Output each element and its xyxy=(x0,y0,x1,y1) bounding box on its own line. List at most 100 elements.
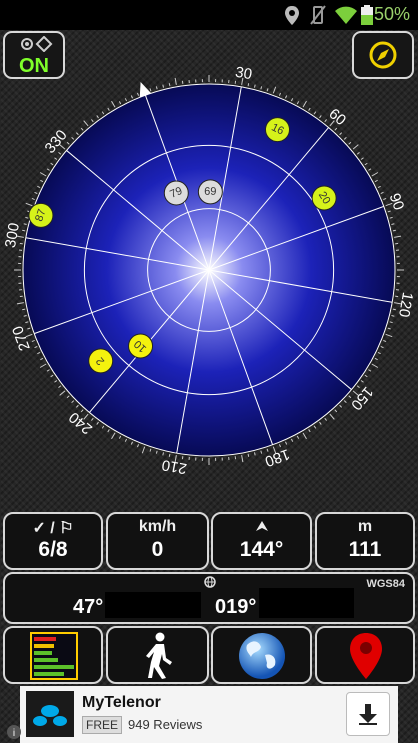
satellites-label: ✓ / ⚐ xyxy=(32,520,74,537)
signal-bars-button[interactable] xyxy=(3,626,103,684)
sky-tick xyxy=(34,191,38,194)
location-pin-button[interactable] xyxy=(315,626,415,684)
sky-tick xyxy=(334,409,338,413)
sky-tick xyxy=(16,302,24,305)
sky-tick xyxy=(27,327,31,330)
sky-tick xyxy=(324,119,327,123)
sky-tick xyxy=(91,119,94,123)
svg-text:i: i xyxy=(13,728,15,739)
sky-tick xyxy=(101,425,105,429)
sky-tick xyxy=(37,185,41,189)
sky-tick xyxy=(389,321,393,324)
sky-tick xyxy=(66,395,70,399)
ad-info-icon[interactable]: i xyxy=(6,724,22,740)
telenor-app-icon xyxy=(26,691,74,737)
satellite-icon xyxy=(21,36,53,52)
ad-download-button[interactable] xyxy=(346,692,390,736)
location-icon xyxy=(285,6,299,25)
sky-tick xyxy=(71,136,75,140)
walking-mode-button[interactable] xyxy=(106,626,209,684)
battery-percent: 50% xyxy=(373,4,410,24)
sky-tick xyxy=(302,432,307,440)
sky-tick xyxy=(149,88,152,92)
sky-tick xyxy=(39,172,47,177)
sky-tick xyxy=(107,429,110,433)
redacted-longitude xyxy=(259,588,354,618)
sky-tick xyxy=(392,229,396,232)
sky-tick xyxy=(319,421,322,425)
azimuth-label: 120 xyxy=(395,291,416,319)
sky-tick xyxy=(308,107,311,111)
sky-tick xyxy=(80,127,84,131)
sky-tick xyxy=(46,168,50,171)
sky-tick xyxy=(91,417,94,421)
sky-tick xyxy=(162,84,165,88)
satellite-id: 69 xyxy=(204,186,216,198)
sky-tick xyxy=(374,179,378,183)
sky-tick xyxy=(58,152,62,155)
satellite-sky-view: 306090120150180210240270300330871679 69 20… xyxy=(2,64,416,477)
sky-tick xyxy=(339,404,343,408)
sky-tick xyxy=(324,417,327,421)
sky-tick xyxy=(385,333,393,338)
sky-tick xyxy=(101,111,105,115)
altitude-unit: m xyxy=(357,518,373,535)
sky-tick xyxy=(96,115,99,119)
sky-tick xyxy=(394,235,402,238)
sky-tick xyxy=(391,223,395,226)
sky-tick xyxy=(383,339,387,343)
sky-tick xyxy=(66,141,70,145)
sky-tick xyxy=(31,197,35,201)
sky-tick xyxy=(241,455,244,463)
speed-unit: km/h xyxy=(138,518,177,535)
sky-tick xyxy=(290,98,294,102)
sky-tick xyxy=(253,84,256,88)
sky-tick xyxy=(130,95,133,99)
sky-tick xyxy=(348,141,352,145)
heading-panel: 144° xyxy=(211,512,312,570)
sky-tick xyxy=(54,157,58,160)
sky-tick xyxy=(266,448,269,452)
sky-tick xyxy=(391,314,395,317)
sky-tick xyxy=(334,127,338,131)
sky-tick xyxy=(155,450,158,454)
globe-map-button[interactable] xyxy=(211,626,312,684)
sky-tick xyxy=(23,223,27,226)
sky-tick xyxy=(58,385,62,388)
sky-tick xyxy=(356,152,360,155)
sky-tick xyxy=(313,111,317,115)
sky-tick xyxy=(46,369,50,372)
sky-tick xyxy=(124,438,128,442)
sky-tick xyxy=(107,107,110,111)
globe-icon xyxy=(239,633,285,679)
heading-icon xyxy=(256,521,268,531)
sky-tick xyxy=(22,229,26,232)
walking-person-icon xyxy=(146,632,172,679)
sky-tick xyxy=(329,413,335,420)
sky-tick xyxy=(364,374,368,378)
sky-tick xyxy=(368,168,372,171)
sky-tick xyxy=(380,346,384,349)
sky-tick xyxy=(260,450,263,454)
sky-tick xyxy=(377,351,381,355)
sky-tick xyxy=(302,100,307,108)
datum-label: WGS84 xyxy=(366,578,405,590)
sky-tick xyxy=(319,115,322,119)
signal-bars-icon xyxy=(30,632,78,680)
sky-tick xyxy=(40,179,44,183)
sky-tick xyxy=(356,385,360,388)
sky-tick xyxy=(25,321,29,324)
ad-reviews: 949 Reviews xyxy=(128,717,203,732)
sky-tick xyxy=(374,357,378,361)
sky-tick xyxy=(80,409,84,413)
sky-tick xyxy=(22,308,26,311)
ad-banner[interactable]: MyTelenor FREE 949 Reviews i xyxy=(7,686,398,743)
sky-tick xyxy=(141,446,146,454)
sky-tick xyxy=(162,452,165,456)
sky-tick xyxy=(266,88,269,92)
sky-tick xyxy=(118,101,122,105)
satellites-panel: ✓ / ⚐ 6/8 xyxy=(3,512,103,570)
heading-value: 144° xyxy=(239,538,284,561)
sky-tick xyxy=(155,86,158,90)
azimuth-label: 300 xyxy=(2,222,23,250)
